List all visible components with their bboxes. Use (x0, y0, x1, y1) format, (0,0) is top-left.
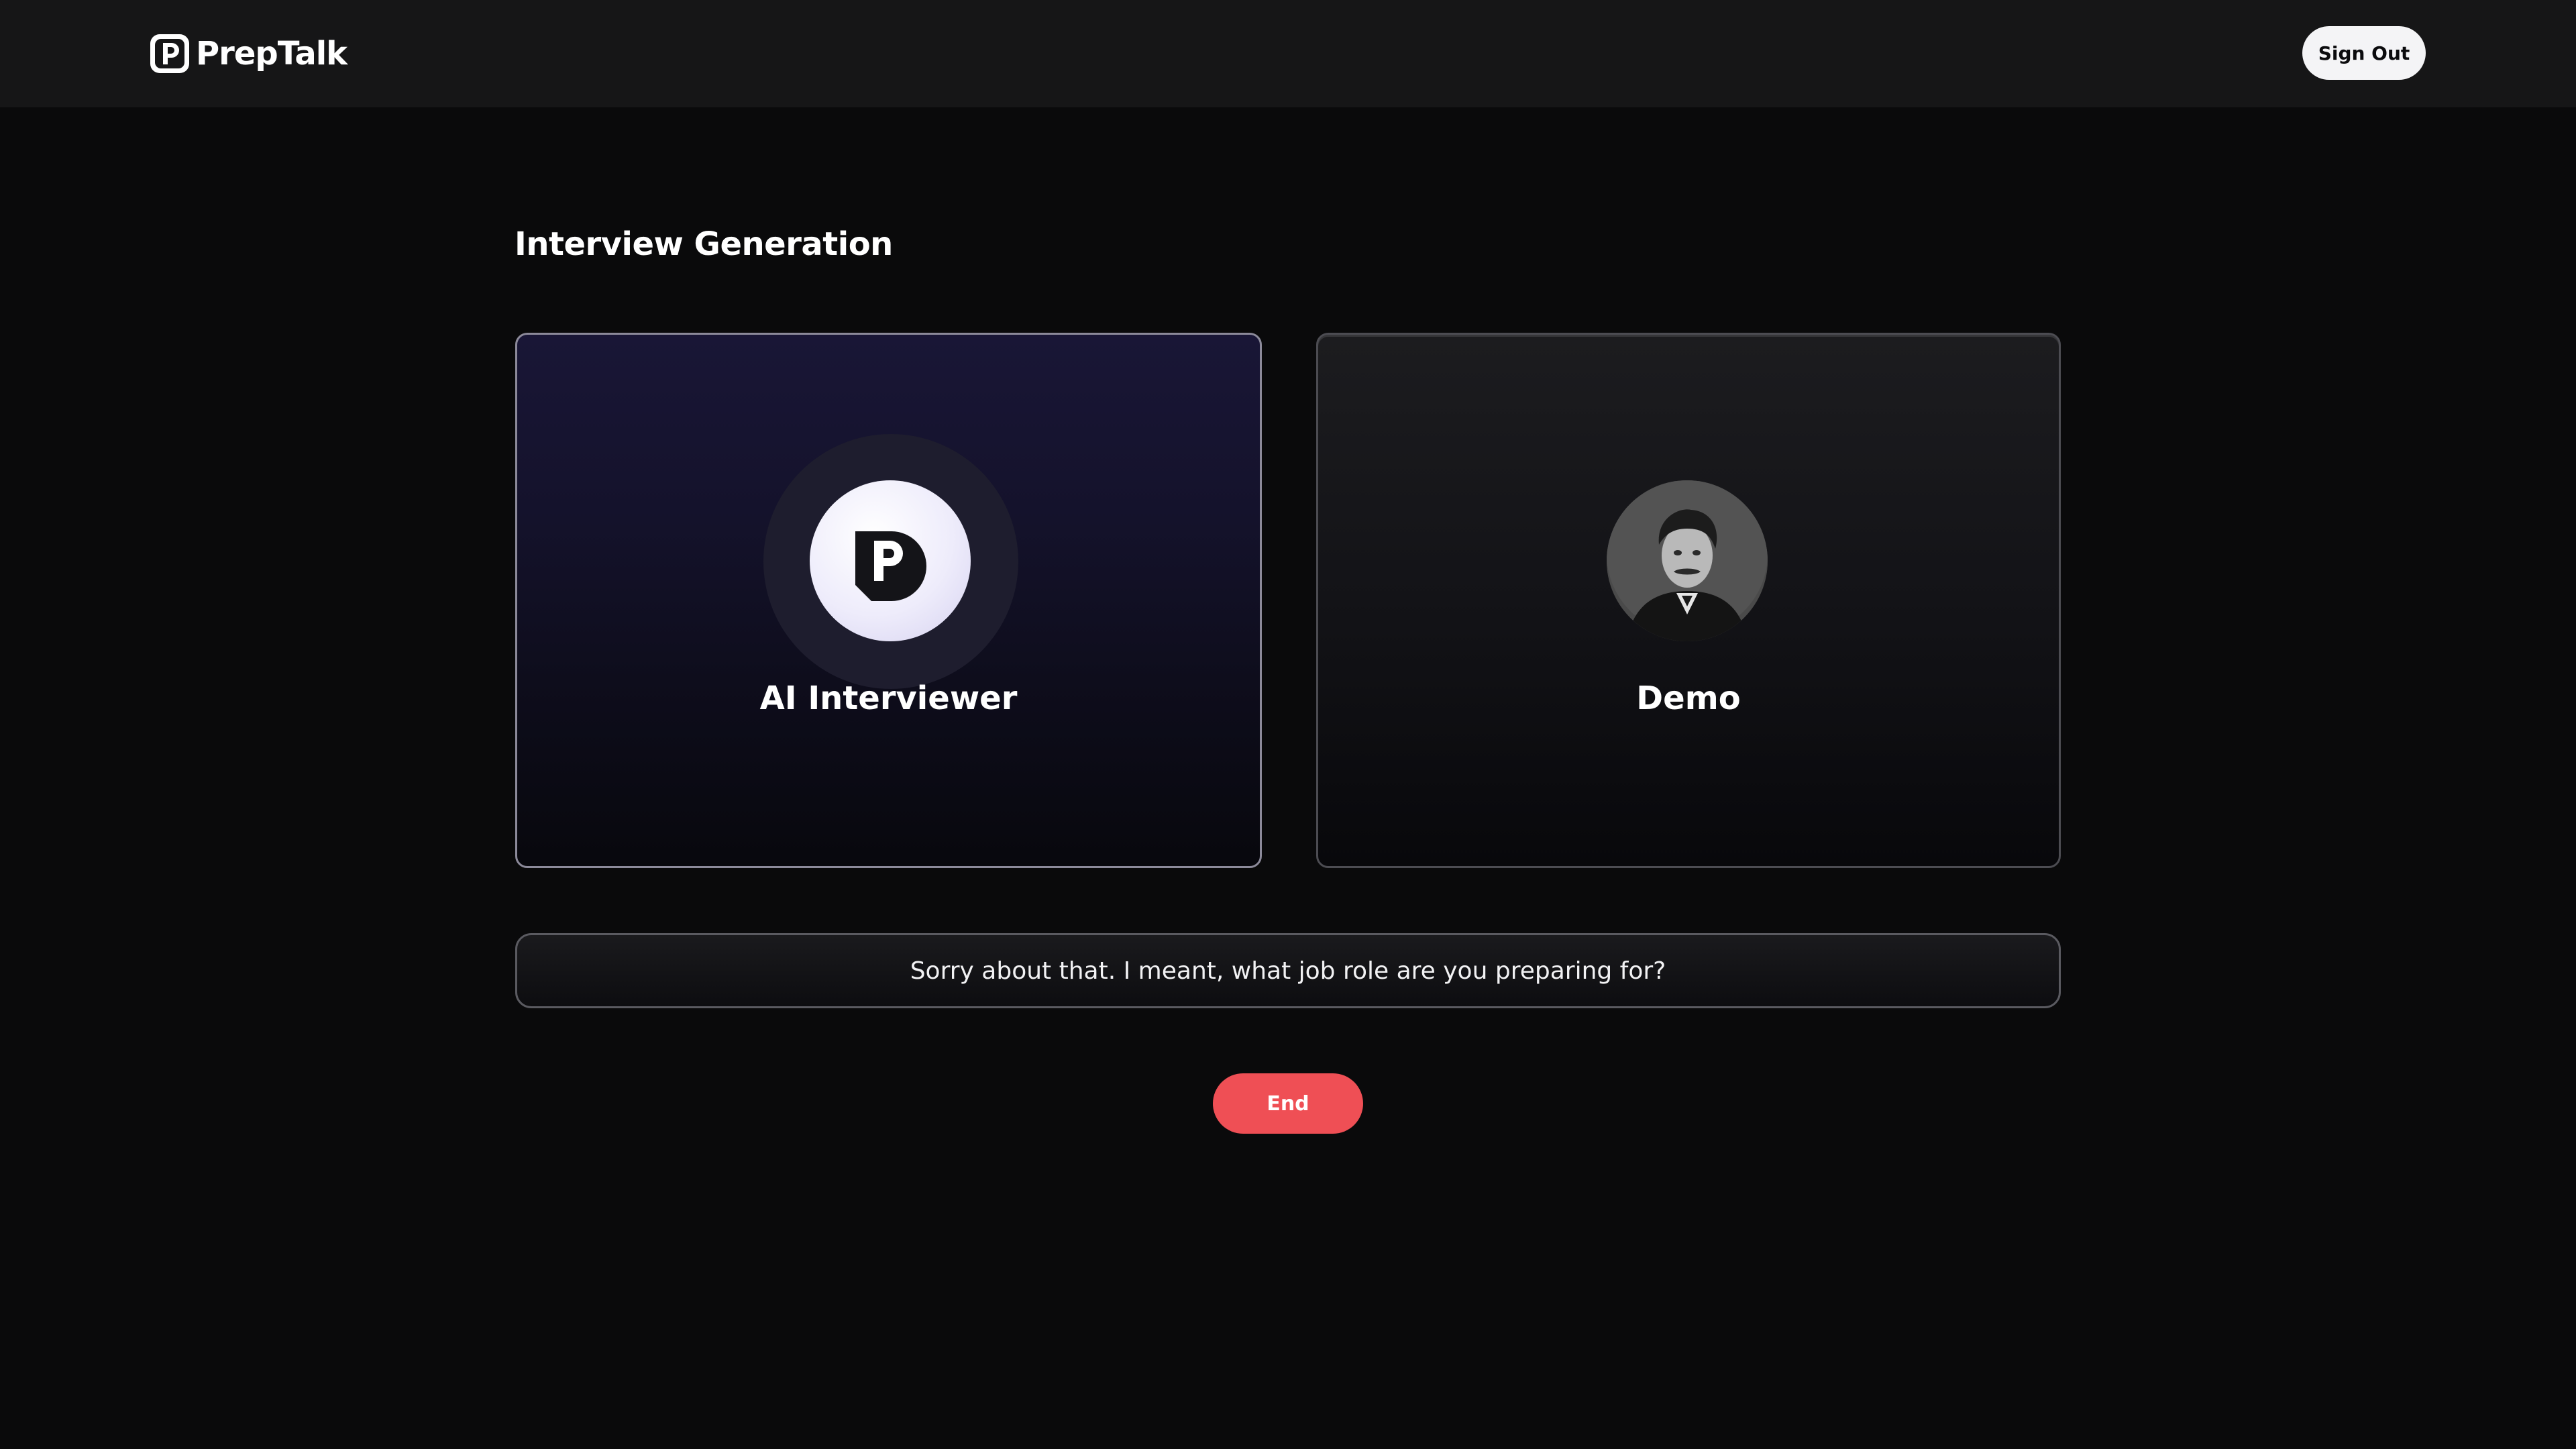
ai-interviewer-avatar (810, 480, 971, 641)
transcript-box: Sorry about that. I meant, what job role… (515, 933, 2061, 1008)
brand[interactable]: PrepTalk (149, 32, 347, 75)
user-photo-avatar (1607, 480, 1768, 641)
preptalk-logo-icon (150, 34, 189, 73)
top-bar: PrepTalk Sign Out (0, 0, 2576, 107)
preptalk-logo-icon (855, 531, 926, 601)
portrait-image (1607, 480, 1768, 641)
brand-name: PrepTalk (196, 35, 347, 72)
end-interview-button[interactable]: End (1213, 1073, 1363, 1134)
transcript-text: Sorry about that. I meant, what job role… (910, 957, 1666, 985)
ai-interviewer-label: AI Interviewer (759, 680, 1018, 717)
page-title: Interview Generation (515, 225, 893, 263)
demo-user-label: Demo (1636, 680, 1741, 717)
demo-user-card: Demo (1316, 333, 2061, 868)
sign-out-button[interactable]: Sign Out (2302, 26, 2426, 80)
ai-interviewer-card: AI Interviewer (515, 333, 1262, 868)
